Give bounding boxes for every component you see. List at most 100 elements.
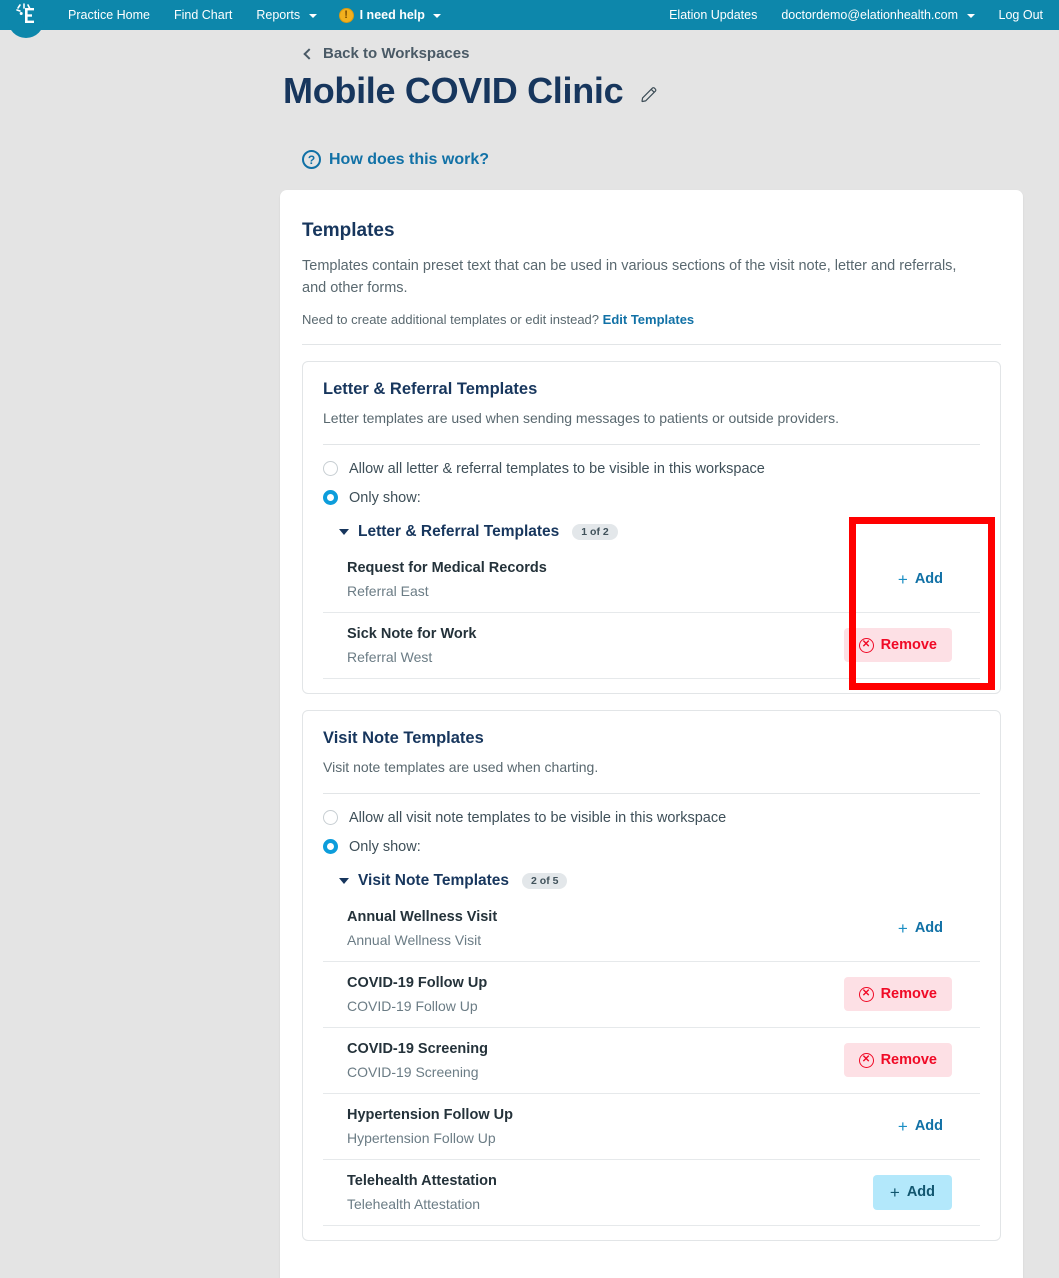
template-subtitle: COVID-19 Screening (347, 1064, 830, 1080)
how-does-this-work-link[interactable]: ? How does this work? (302, 150, 489, 169)
nav-item-practice-home[interactable]: Practice Home (56, 0, 162, 30)
row-texts: Hypertension Follow Up Hypertension Foll… (347, 1107, 830, 1146)
letter-group-header[interactable]: Letter & Referral Templates 1 of 2 (339, 523, 980, 541)
chevron-down-icon (967, 14, 975, 18)
template-subtitle: Annual Wellness Visit (347, 932, 830, 948)
letter-panel-description: Letter templates are used when sending m… (323, 410, 980, 426)
plus-icon: + (890, 1184, 900, 1201)
template-name: COVID-19 Screening (347, 1041, 830, 1057)
row-action: + Add (830, 913, 980, 944)
row-texts: Request for Medical Records Referral Eas… (347, 560, 830, 599)
visit-group-count-badge: 2 of 5 (522, 873, 567, 889)
remove-button[interactable]: ✕ Remove (844, 1043, 952, 1077)
edit-templates-link[interactable]: Edit Templates (603, 312, 695, 327)
table-row: Telehealth Attestation Telehealth Attest… (323, 1160, 980, 1226)
add-button-label: Add (915, 920, 943, 936)
radio-button-selected[interactable] (323, 490, 338, 505)
back-to-workspaces-link[interactable]: Back to Workspaces (305, 45, 469, 62)
radio-button[interactable] (323, 461, 338, 476)
template-name: COVID-19 Follow Up (347, 975, 830, 991)
add-button[interactable]: + Add (889, 913, 952, 944)
template-name: Annual Wellness Visit (347, 909, 830, 925)
triangle-down-icon[interactable] (339, 529, 349, 535)
nav-item-elation-updates[interactable]: Elation Updates (657, 0, 769, 30)
visit-radio-allow-all[interactable]: Allow all visit note templates to be vis… (323, 810, 980, 826)
template-name: Hypertension Follow Up (347, 1107, 830, 1123)
row-texts: Telehealth Attestation Telehealth Attest… (347, 1173, 830, 1212)
pencil-icon[interactable] (639, 85, 659, 105)
nav-label: Practice Home (68, 8, 150, 22)
row-texts: COVID-19 Screening COVID-19 Screening (347, 1041, 830, 1080)
close-circle-icon: ✕ (859, 1053, 874, 1068)
nav-label: I need help (360, 8, 425, 22)
visit-panel-description: Visit note templates are used when chart… (323, 759, 980, 775)
close-circle-icon: ✕ (859, 638, 874, 653)
chevron-down-icon (433, 14, 441, 18)
nav-item-find-chart[interactable]: Find Chart (162, 0, 244, 30)
remove-button[interactable]: ✕ Remove (844, 977, 952, 1011)
table-row: Annual Wellness Visit Annual Wellness Vi… (323, 896, 980, 962)
letter-panel-title: Letter & Referral Templates (323, 380, 980, 399)
templates-section-title: Templates (302, 220, 1001, 242)
visit-radio-only-show[interactable]: Only show: (323, 839, 980, 855)
visit-panel-title: Visit Note Templates (323, 729, 980, 748)
app-logo[interactable] (8, 0, 44, 44)
letter-radio-only-show[interactable]: Only show: (323, 490, 980, 506)
radio-button-selected[interactable] (323, 839, 338, 854)
back-link-label: Back to Workspaces (323, 45, 469, 62)
template-subtitle: Hypertension Follow Up (347, 1130, 830, 1146)
nav-item-reports[interactable]: Reports (244, 0, 328, 30)
letter-radio-allow-all[interactable]: Allow all letter & referral templates to… (323, 461, 980, 477)
row-action: + Add (830, 1175, 980, 1210)
triangle-down-icon[interactable] (339, 878, 349, 884)
question-circle-icon: ? (302, 150, 321, 169)
section-divider (302, 344, 1001, 345)
add-button-hovered[interactable]: + Add (873, 1175, 952, 1210)
chevron-down-icon (309, 14, 317, 18)
nav-right-group: Elation Updates doctordemo@elationhealth… (657, 0, 1059, 30)
row-action: + Add (830, 1111, 980, 1142)
table-row: COVID-19 Follow Up COVID-19 Follow Up ✕ … (323, 962, 980, 1028)
nav-label: Log Out (999, 8, 1043, 22)
template-name: Sick Note for Work (347, 626, 830, 642)
nav-item-user-account[interactable]: doctordemo@elationhealth.com (769, 0, 986, 30)
radio-button[interactable] (323, 810, 338, 825)
page-title: Mobile COVID Clinic (283, 70, 623, 112)
add-button-label: Add (907, 1184, 935, 1200)
radio-label: Only show: (349, 490, 421, 506)
row-texts: Annual Wellness Visit Annual Wellness Vi… (347, 909, 830, 948)
warning-icon: ! (339, 8, 354, 23)
page-title-row: Mobile COVID Clinic (283, 70, 659, 112)
how-link-label: How does this work? (329, 151, 489, 169)
row-action: ✕ Remove (830, 977, 980, 1011)
remove-button-label: Remove (881, 986, 937, 1002)
letter-referral-templates-panel: Letter & Referral Templates Letter templ… (302, 361, 1001, 694)
row-action: ✕ Remove (830, 1043, 980, 1077)
row-action: ✕ Remove (830, 628, 980, 662)
row-texts: Sick Note for Work Referral West (347, 626, 830, 665)
visit-group-name: Visit Note Templates (358, 872, 509, 890)
table-row: Hypertension Follow Up Hypertension Foll… (323, 1094, 980, 1160)
radio-label: Allow all letter & referral templates to… (349, 461, 765, 477)
remove-button-label: Remove (881, 637, 937, 653)
templates-section-description: Templates contain preset text that can b… (302, 255, 982, 300)
table-row: Sick Note for Work Referral West ✕ Remov… (323, 613, 980, 679)
panel-divider (323, 444, 980, 445)
add-button[interactable]: + Add (889, 564, 952, 595)
nav-item-i-need-help[interactable]: I need help (356, 0, 454, 30)
panel-divider (323, 793, 980, 794)
elation-e-logo-icon (8, 2, 44, 28)
row-texts: COVID-19 Follow Up COVID-19 Follow Up (347, 975, 830, 1014)
letter-group-count-badge: 1 of 2 (572, 524, 617, 540)
nav-item-log-out[interactable]: Log Out (987, 0, 1055, 30)
template-name: Request for Medical Records (347, 560, 830, 576)
add-button[interactable]: + Add (889, 1111, 952, 1142)
template-subtitle: Telehealth Attestation (347, 1196, 830, 1212)
visit-group-header[interactable]: Visit Note Templates 2 of 5 (339, 872, 980, 890)
plus-icon: + (898, 571, 908, 588)
templates-card: Templates Templates contain preset text … (280, 190, 1023, 1278)
template-subtitle: Referral East (347, 583, 830, 599)
table-row: Request for Medical Records Referral Eas… (323, 547, 980, 613)
remove-button[interactable]: ✕ Remove (844, 628, 952, 662)
radio-label: Only show: (349, 839, 421, 855)
